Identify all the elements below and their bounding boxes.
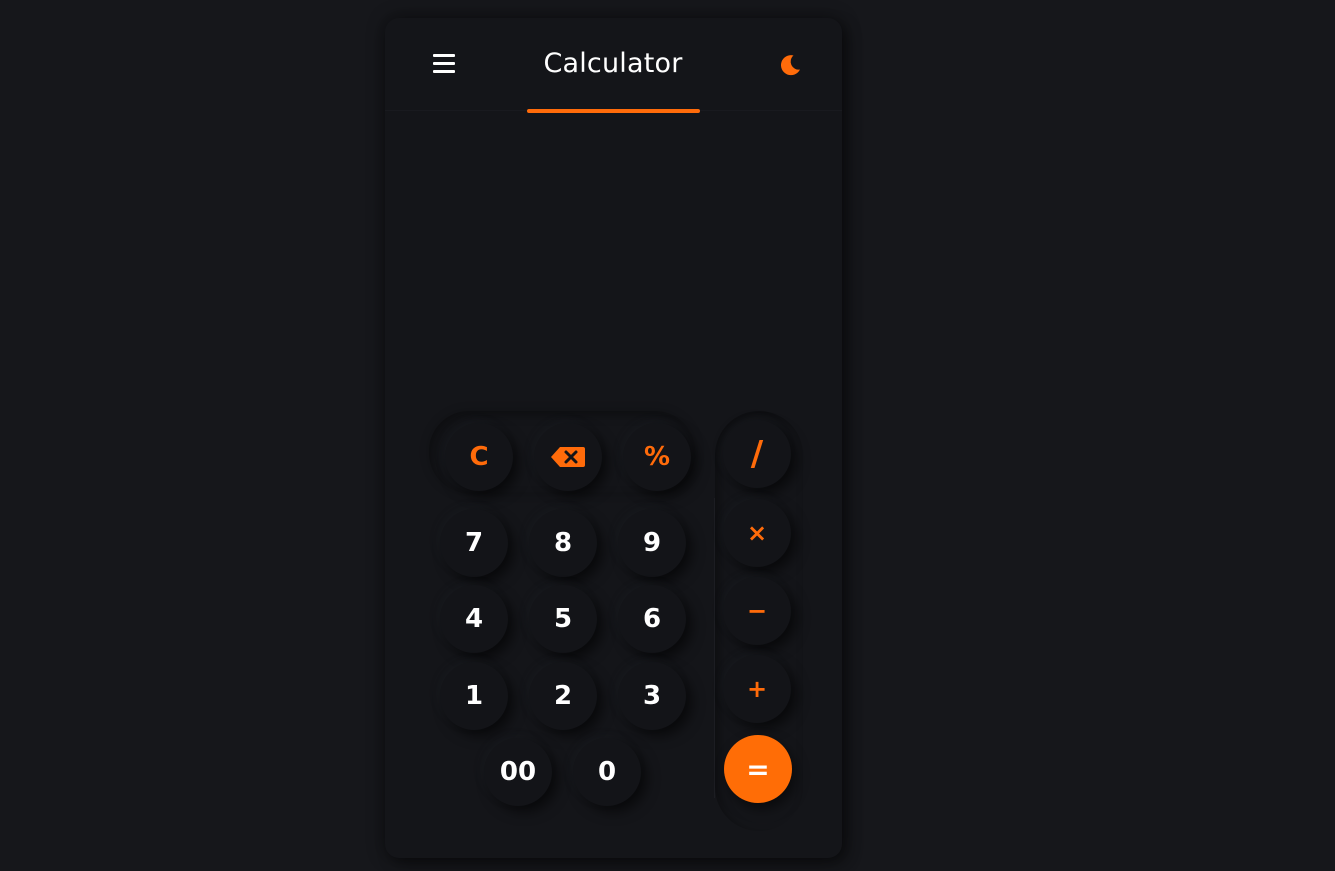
digit-5-button[interactable]: 5 bbox=[529, 585, 597, 653]
double-zero-button[interactable]: 00 bbox=[484, 738, 552, 806]
clear-button[interactable]: C bbox=[445, 423, 513, 491]
digit-3-button[interactable]: 3 bbox=[618, 662, 686, 730]
operator-divider bbox=[714, 498, 715, 798]
add-button[interactable]: + bbox=[723, 655, 791, 723]
moon-icon[interactable] bbox=[777, 52, 803, 78]
divide-button[interactable]: / bbox=[723, 420, 791, 488]
subtract-button[interactable]: − bbox=[723, 577, 791, 645]
title-underline bbox=[527, 109, 700, 113]
digit-0-button[interactable]: 0 bbox=[573, 738, 641, 806]
percent-button[interactable]: % bbox=[623, 423, 691, 491]
multiply-button[interactable]: × bbox=[723, 499, 791, 567]
equals-button[interactable]: = bbox=[724, 735, 792, 803]
header: Calculator bbox=[385, 18, 842, 113]
digit-8-button[interactable]: 8 bbox=[529, 509, 597, 577]
digit-2-button[interactable]: 2 bbox=[529, 662, 597, 730]
backspace-button[interactable] bbox=[534, 423, 602, 491]
digit-7-button[interactable]: 7 bbox=[440, 509, 508, 577]
backspace-icon bbox=[551, 447, 585, 467]
calculator-card: Calculator C % / 7 8 9 × 4 5 6 − 1 2 3 +… bbox=[385, 18, 842, 858]
digit-4-button[interactable]: 4 bbox=[440, 585, 508, 653]
digit-6-button[interactable]: 6 bbox=[618, 585, 686, 653]
calculator-display bbox=[425, 128, 805, 398]
hamburger-menu-icon[interactable] bbox=[433, 54, 455, 73]
digit-1-button[interactable]: 1 bbox=[440, 662, 508, 730]
page-title: Calculator bbox=[543, 48, 683, 79]
digit-9-button[interactable]: 9 bbox=[618, 509, 686, 577]
